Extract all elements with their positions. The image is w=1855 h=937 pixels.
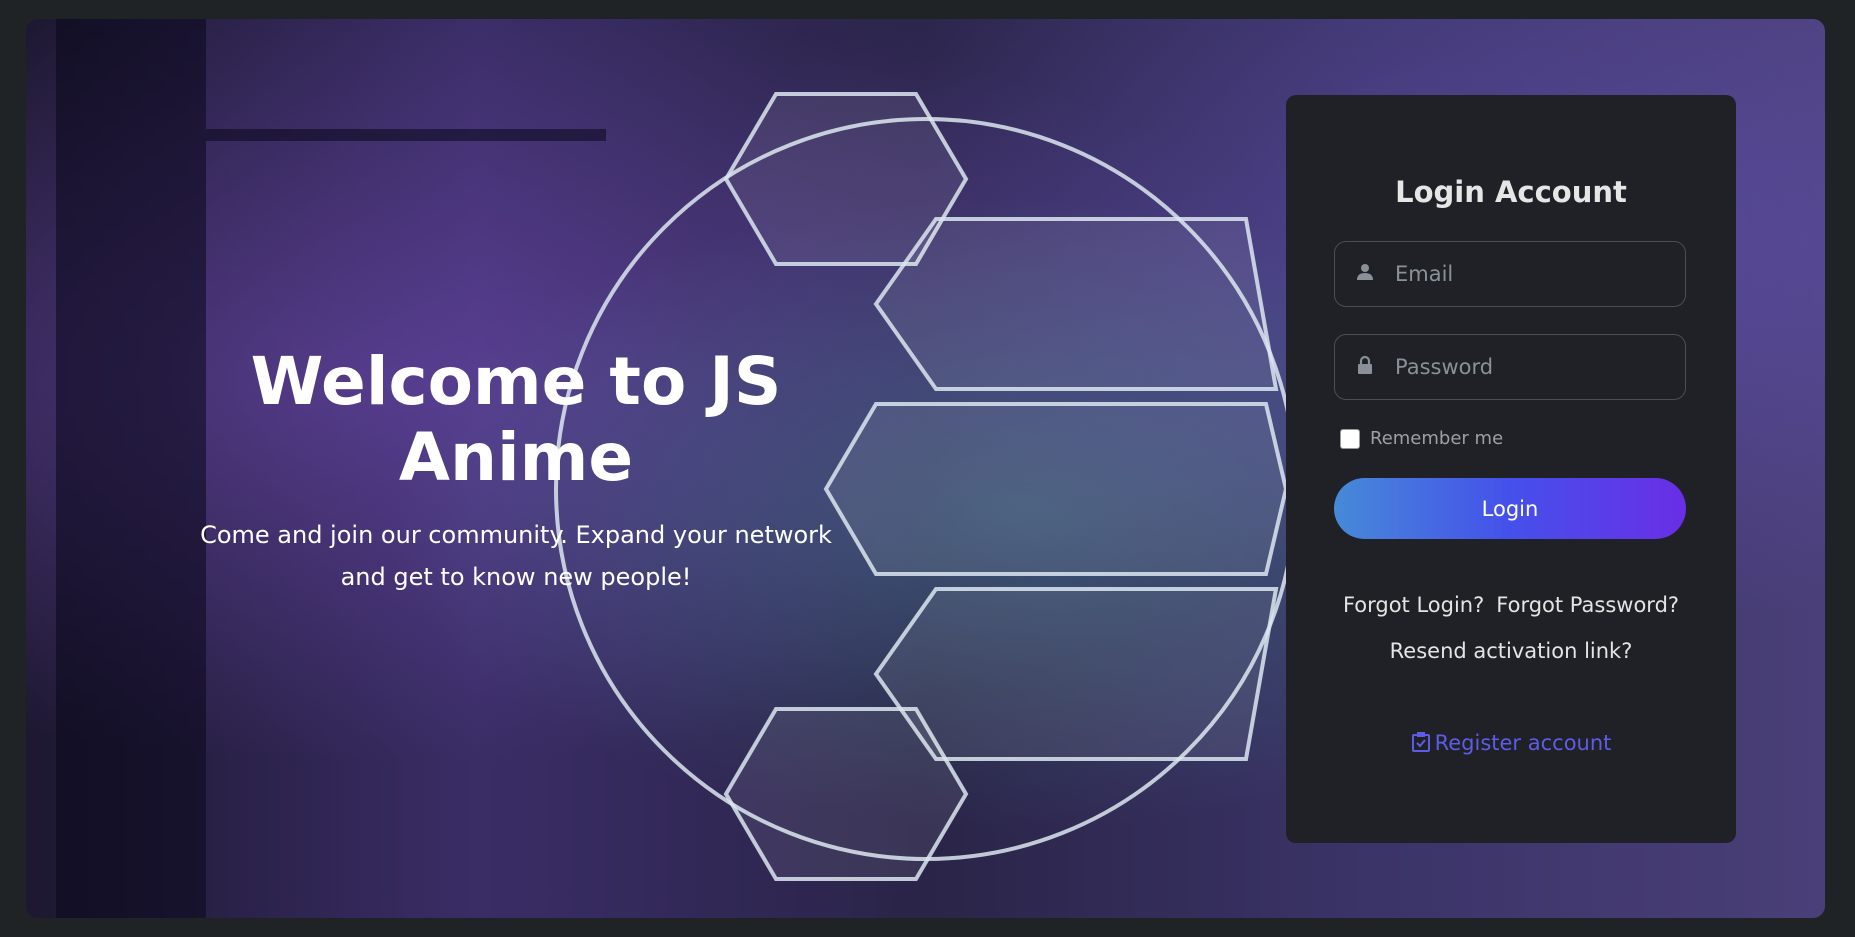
remember-me[interactable]: Remember me [1340, 428, 1503, 449]
email-input[interactable] [1393, 261, 1677, 287]
password-input[interactable] [1393, 354, 1677, 380]
login-title: Login Account [1395, 175, 1627, 209]
login-button[interactable]: Login [1334, 478, 1686, 539]
forgot-password-link[interactable]: Forgot Password? [1496, 593, 1679, 617]
register-account-link[interactable]: Register account [1286, 731, 1736, 755]
clipboard-check-icon [1411, 732, 1430, 752]
resend-activation-link[interactable]: Resend activation link? [1390, 639, 1633, 663]
forgot-login-link[interactable]: Forgot Login? [1343, 593, 1484, 617]
email-field[interactable] [1334, 241, 1686, 307]
register-label: Register account [1434, 731, 1612, 755]
password-field[interactable] [1334, 334, 1686, 400]
welcome-title: Welcome to JS Anime [250, 343, 782, 496]
subtitle-line-2: and get to know new people! [340, 563, 692, 591]
welcome-subtitle: Come and join our community. Expand your… [176, 514, 856, 598]
login-panel: Login Account Remember me Login Forgot L… [1286, 95, 1736, 843]
user-icon [1355, 262, 1375, 286]
welcome-section: Welcome to JS Anime Come and join our co… [176, 344, 856, 598]
remember-label: Remember me [1370, 428, 1504, 449]
lock-icon [1355, 355, 1375, 380]
forgot-links: Forgot Login? Forgot Password? [1286, 593, 1736, 617]
resend-row: Resend activation link? [1286, 639, 1736, 663]
remember-checkbox[interactable] [1340, 428, 1360, 449]
subtitle-line-1: Come and join our community. Expand your… [200, 521, 832, 549]
